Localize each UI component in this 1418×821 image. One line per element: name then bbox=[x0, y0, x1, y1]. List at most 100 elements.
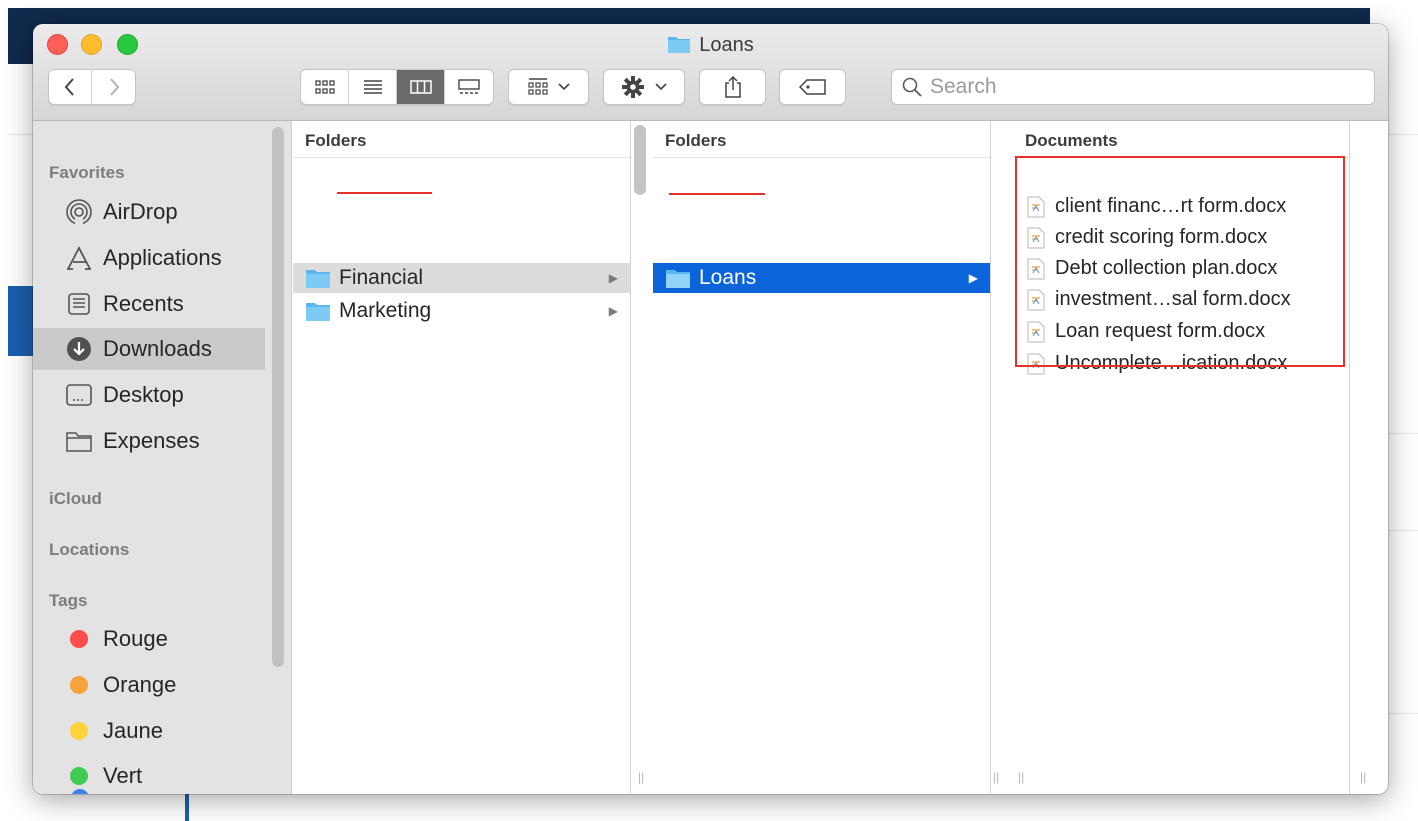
sidebar-section-locations[interactable]: Locations bbox=[49, 540, 129, 560]
column-resize-handle[interactable]: || bbox=[993, 770, 999, 784]
tag-color-dot bbox=[70, 767, 88, 785]
list-view-button[interactable] bbox=[349, 70, 397, 104]
column-resize-handle[interactable]: || bbox=[638, 770, 644, 784]
sidebar-item-label: Downloads bbox=[103, 336, 212, 361]
sidebar-item-label: Recents bbox=[103, 291, 184, 316]
gallery-view-icon bbox=[458, 79, 480, 94]
sidebar-item-desktop[interactable]: Desktop bbox=[33, 374, 265, 416]
edit-tags-button[interactable] bbox=[779, 69, 846, 105]
disclosure-arrow-icon: ▶ bbox=[608, 304, 618, 318]
sidebar-item-downloads[interactable]: Downloads bbox=[33, 328, 265, 370]
folder-icon bbox=[305, 300, 331, 322]
column-view-button[interactable] bbox=[397, 70, 445, 104]
column-header: Documents bbox=[1013, 121, 1349, 158]
sidebar-section-favorites: Favorites bbox=[49, 163, 125, 182]
annotation-highlight-box bbox=[1015, 156, 1345, 367]
tag-color-dot bbox=[70, 676, 88, 694]
window-title-text: Loans bbox=[699, 34, 754, 56]
sidebar-section-icloud[interactable]: iCloud bbox=[49, 489, 102, 509]
sidebar-item-label: Expenses bbox=[103, 428, 200, 453]
sidebar-section-tags: Tags bbox=[49, 591, 88, 610]
forward-button[interactable] bbox=[92, 70, 136, 104]
column-2: Folders Loans ▶ || bbox=[653, 121, 999, 794]
folder-label: Loans bbox=[699, 266, 757, 289]
sidebar-item-airdrop[interactable]: AirDrop bbox=[33, 191, 265, 233]
view-mode-control bbox=[300, 69, 494, 105]
folder-label: Financial bbox=[339, 266, 424, 289]
sidebar-tag-jaune[interactable]: Jaune bbox=[33, 710, 265, 752]
sidebar-item-label: Rouge bbox=[103, 626, 168, 651]
background-app-indicator bbox=[185, 790, 189, 821]
sidebar-item-label: Vert bbox=[103, 763, 143, 788]
tag-icon bbox=[798, 79, 826, 95]
title-bar: Loans bbox=[33, 24, 1388, 121]
group-icon bbox=[527, 78, 548, 95]
sidebar-item-applications[interactable]: Applications bbox=[33, 237, 265, 279]
recents-icon bbox=[63, 292, 95, 316]
sidebar: Favorites AirDrop Applications Recents D… bbox=[33, 121, 292, 794]
sidebar-item-label: AirDrop bbox=[103, 199, 178, 224]
column-1: Folders Financial ▶ Marketing ▶ || bbox=[293, 121, 646, 794]
tag-color-dot bbox=[70, 630, 88, 648]
annotation-underline bbox=[337, 192, 432, 194]
sidebar-tag-rouge[interactable]: Rouge bbox=[33, 618, 265, 660]
gear-icon bbox=[622, 76, 644, 98]
share-button[interactable] bbox=[699, 69, 766, 105]
sidebar-tag-vert[interactable]: Vert bbox=[33, 755, 265, 794]
search-icon bbox=[902, 77, 922, 97]
sidebar-item-recents[interactable]: Recents bbox=[33, 283, 265, 325]
finder-window: Loans Search Favorites AirDrop Applicati… bbox=[33, 24, 1388, 794]
desktop-icon bbox=[63, 383, 95, 407]
list-view-icon bbox=[363, 80, 382, 94]
column-header: Folders bbox=[653, 121, 990, 158]
column-resize-handle[interactable]: || bbox=[1360, 770, 1366, 784]
back-button[interactable] bbox=[48, 70, 92, 104]
background-divider bbox=[1388, 530, 1418, 531]
applications-icon bbox=[63, 245, 95, 271]
chevron-right-icon bbox=[110, 78, 120, 96]
gallery-view-button[interactable] bbox=[445, 70, 493, 104]
icon-view-button[interactable] bbox=[301, 70, 349, 104]
share-icon bbox=[724, 75, 741, 98]
annotation-underline bbox=[669, 193, 765, 195]
group-by-button[interactable] bbox=[508, 69, 589, 105]
column-divider bbox=[990, 121, 991, 794]
folder-icon bbox=[667, 34, 691, 60]
sidebar-scrollbar[interactable] bbox=[272, 127, 284, 667]
sidebar-item-label: Applications bbox=[103, 245, 222, 270]
folder-label: Marketing bbox=[339, 299, 432, 322]
chevron-down-icon bbox=[655, 83, 667, 91]
sidebar-tag-orange[interactable]: Orange bbox=[33, 664, 265, 706]
tag-color-dot bbox=[70, 722, 88, 740]
background-divider bbox=[1388, 713, 1418, 714]
search-input[interactable] bbox=[930, 75, 1350, 99]
folder-row-marketing[interactable]: Marketing ▶ bbox=[293, 296, 630, 326]
sidebar-item-expenses[interactable]: Expenses bbox=[33, 420, 265, 462]
chevron-down-icon bbox=[557, 83, 570, 91]
airdrop-icon bbox=[63, 198, 95, 226]
sidebar-item-label: Desktop bbox=[103, 382, 184, 407]
sidebar-item-label: Jaune bbox=[103, 718, 163, 743]
background-divider bbox=[1388, 134, 1418, 135]
icon-view-icon bbox=[314, 80, 335, 94]
disclosure-arrow-icon: ▶ bbox=[968, 271, 978, 285]
chevron-left-icon bbox=[64, 78, 74, 96]
column-view-icon bbox=[409, 80, 432, 94]
column-1-scrollbar[interactable] bbox=[634, 125, 646, 191]
downloads-icon bbox=[63, 336, 95, 362]
folder-icon bbox=[665, 267, 691, 289]
folder-row-loans[interactable]: Loans ▶ bbox=[653, 263, 990, 293]
folder-icon bbox=[63, 429, 95, 453]
sidebar-item-label: Orange bbox=[103, 672, 177, 697]
background-divider bbox=[8, 134, 34, 135]
disclosure-arrow-icon: ▶ bbox=[608, 271, 618, 285]
column-header: Folders bbox=[293, 121, 630, 158]
folder-icon bbox=[305, 267, 331, 289]
back-forward-control bbox=[48, 69, 136, 105]
column-resize-handle[interactable]: || bbox=[1018, 770, 1024, 784]
background-app-accent bbox=[8, 286, 36, 356]
column-divider bbox=[1349, 121, 1350, 794]
action-menu-button[interactable] bbox=[603, 69, 685, 105]
window-title: Loans bbox=[33, 34, 1388, 60]
folder-row-financial[interactable]: Financial ▶ bbox=[293, 263, 630, 293]
